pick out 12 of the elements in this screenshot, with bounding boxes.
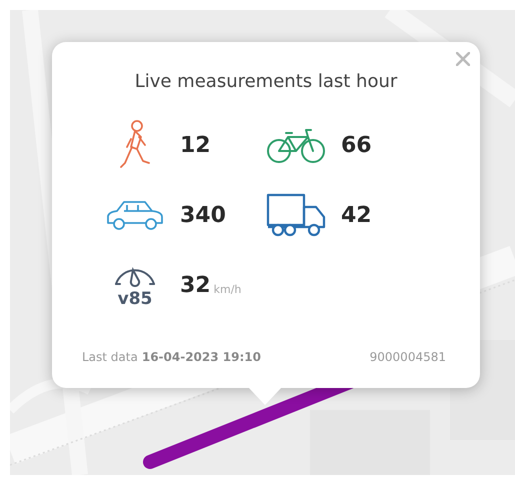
- station-id: 9000004581: [370, 350, 446, 364]
- count-value: 42: [341, 202, 372, 228]
- count-value: 32: [180, 272, 211, 298]
- speed-label: v85: [118, 290, 152, 308]
- popup-title: Live measurements last hour: [134, 70, 398, 94]
- count-value: 12: [180, 132, 211, 158]
- last-data-timestamp: 16-04-2023 19:10: [142, 350, 261, 364]
- count-value: 340: [180, 202, 226, 228]
- close-icon[interactable]: [456, 52, 470, 66]
- unit-label: km/h: [214, 282, 242, 296]
- count-value: 66: [341, 132, 372, 158]
- last-data-label: Last data: [82, 350, 138, 364]
